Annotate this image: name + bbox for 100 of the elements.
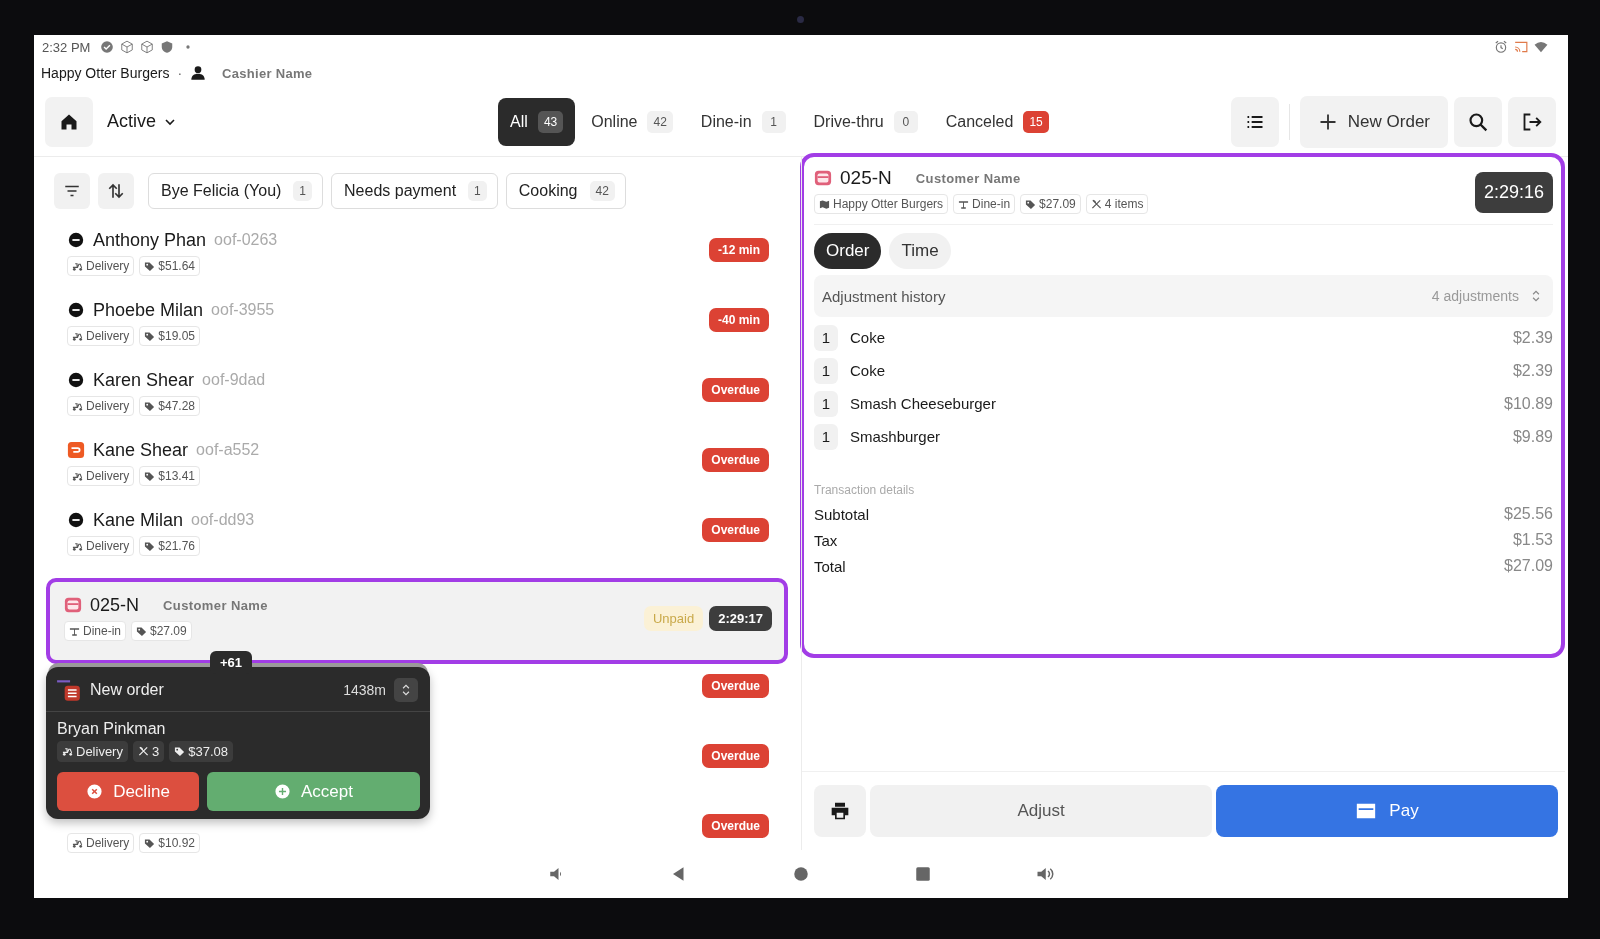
filter-button[interactable] — [54, 173, 90, 209]
order-tag: $51.64 — [139, 256, 201, 276]
order-row[interactable]: Phoebe Milan oof-3955 Delivery $19.05 -40 min — [46, 292, 788, 362]
search-button[interactable] — [1454, 96, 1502, 147]
filter-tab[interactable]: Dine-in 1 — [688, 97, 798, 146]
utensils-icon — [137, 746, 149, 757]
item-price: $2.39 — [1512, 328, 1553, 347]
sort-button[interactable] — [98, 173, 134, 209]
order-name: Kane Shear — [93, 439, 189, 461]
decline-button[interactable]: Decline — [57, 772, 199, 811]
order-tag: Delivery — [67, 466, 135, 486]
order-tag: Delivery — [67, 536, 135, 556]
order-timer: 2:29:16 — [1474, 172, 1553, 213]
table-icon — [69, 625, 80, 637]
status-badge: Overdue — [702, 744, 769, 768]
table-icon — [958, 198, 970, 210]
adjust-button[interactable]: Adjust — [870, 785, 1212, 837]
order-tag: Dine-in — [64, 621, 126, 641]
section-heading: Transaction details — [814, 483, 916, 497]
status-badge: Overdue — [702, 448, 769, 472]
detail-tab[interactable]: Order — [814, 233, 882, 269]
logout-icon — [1522, 111, 1542, 132]
scooter-icon — [72, 400, 83, 412]
item-name: Smash Cheeseburger — [850, 395, 996, 412]
card-logo-icon — [64, 596, 82, 614]
order-row[interactable]: Kane Shear oof-a552 Delivery $13.41 Overdue — [46, 432, 788, 502]
order-tag: $47.28 — [139, 396, 201, 416]
popup-title: New order — [90, 681, 164, 699]
filter-tab[interactable]: Drive-thru 0 — [801, 97, 930, 146]
status-badge: 2:29:17 — [709, 606, 772, 631]
order-tag: $37.08 — [169, 741, 233, 762]
cube-icon — [120, 40, 135, 54]
stepper-button[interactable] — [394, 678, 418, 702]
filter-tab[interactable]: All 43 — [498, 97, 576, 146]
cast-icon — [1514, 40, 1528, 54]
sort-icon — [107, 182, 125, 200]
total-value: $27.09 — [1504, 557, 1553, 575]
order-tag: $13.41 — [139, 466, 201, 486]
adjustment-history-toggle[interactable]: Adjustment history 4 adjustments — [814, 275, 1553, 317]
filter-tab[interactable]: Canceled 15 — [933, 97, 1061, 146]
order-tag: 3 — [132, 741, 165, 762]
home-button[interactable] — [45, 96, 93, 147]
item-quantity: 1 — [814, 390, 838, 417]
app-logo-icon — [67, 301, 85, 319]
search-icon — [1468, 111, 1488, 132]
filter-chip[interactable]: Bye Felicia (You) 1 — [148, 173, 324, 209]
item-quantity: 1 — [814, 357, 838, 384]
pay-button[interactable]: Pay — [1216, 785, 1558, 837]
utensils-icon — [1090, 198, 1102, 210]
order-row[interactable]: Anthony Phan oof-0263 Delivery $51.64 -12 min — [46, 222, 788, 292]
app-logo-icon — [67, 441, 85, 459]
order-tag: Delivery — [67, 326, 135, 346]
order-name: Karen Shear — [93, 369, 195, 391]
filter-chip[interactable]: Cooking 42 — [505, 173, 626, 209]
order-tag: Happy Otter Burgers — [814, 194, 949, 214]
volume-up-icon[interactable] — [1036, 865, 1054, 883]
order-row[interactable]: Kane Milan oof-dd93 Delivery $21.76 Overdue — [46, 502, 788, 572]
order-name: 025-N — [90, 594, 140, 616]
order-code: oof-3955 — [211, 301, 275, 319]
order-tag: $27.09 — [1020, 194, 1081, 214]
item-name: Smashburger — [850, 428, 941, 445]
filter-tab[interactable]: Online 42 — [579, 97, 685, 146]
total-label: Subtotal — [814, 505, 870, 523]
check-circle-icon — [100, 40, 115, 54]
recents-icon[interactable] — [914, 865, 932, 883]
logout-button[interactable] — [1508, 96, 1556, 147]
customer-name: Customer Name — [915, 170, 1021, 186]
view-dropdown[interactable]: Active — [107, 111, 179, 132]
tag-icon — [144, 470, 156, 482]
order-tag: Dine-in — [953, 194, 1016, 214]
item-quantity: 1 — [814, 324, 838, 351]
print-button[interactable] — [814, 785, 866, 837]
item-price: $10.89 — [1504, 394, 1553, 413]
new-order-button[interactable]: New Order — [1299, 95, 1448, 148]
cashier-name: Cashier Name — [222, 65, 313, 81]
status-badge: -40 min — [709, 308, 769, 332]
filter-chip[interactable]: Needs payment 1 — [331, 173, 498, 209]
order-number: 025-N — [840, 167, 892, 189]
scooter-icon — [62, 746, 73, 757]
status-badge: Overdue — [702, 814, 769, 838]
order-code: oof-a552 — [196, 441, 260, 459]
order-row[interactable]: Karen Shear oof-9dad Delivery $47.28 Overdue — [46, 362, 788, 432]
tag-icon — [136, 625, 147, 637]
app-logo-icon — [67, 511, 85, 529]
tag-icon — [144, 260, 156, 272]
printer-icon — [830, 801, 850, 821]
order-tag: $19.05 — [139, 326, 201, 346]
order-code: oof-dd93 — [191, 511, 255, 529]
customer-name: Customer Name — [163, 597, 268, 613]
order-code: oof-9dad — [202, 371, 266, 389]
order-tag: $21.76 — [139, 536, 201, 556]
detail-tab[interactable]: Time — [889, 233, 951, 269]
item-name: Coke — [850, 362, 886, 379]
wifi-icon — [1534, 40, 1548, 54]
home-circle-icon[interactable] — [792, 865, 810, 883]
status-badge: -12 min — [709, 238, 769, 262]
order-tag: Delivery — [67, 396, 135, 416]
list-view-button[interactable] — [1230, 96, 1279, 147]
item-quantity: 1 — [814, 423, 838, 450]
scooter-icon — [72, 330, 83, 342]
